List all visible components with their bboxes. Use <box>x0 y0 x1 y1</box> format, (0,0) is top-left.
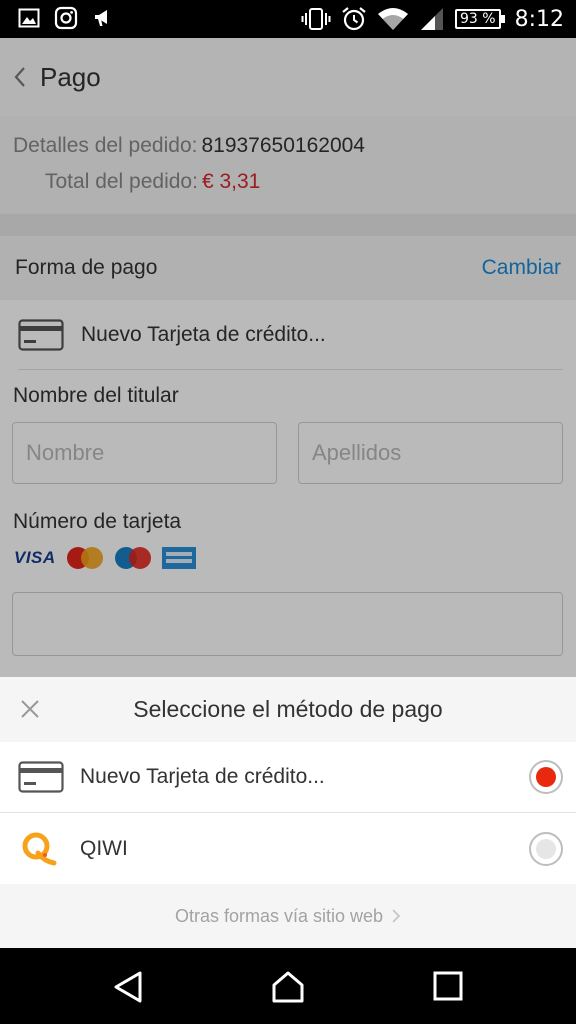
option-credit-card-label: Nuevo Tarjeta de crédito... <box>80 765 325 788</box>
vibrate-icon <box>301 8 331 30</box>
gallery-notification-icon <box>18 8 40 28</box>
alarm-icon <box>342 7 366 31</box>
system-nav-bar <box>0 948 576 1024</box>
recents-nav-icon[interactable] <box>432 970 464 1002</box>
chevron-right-icon <box>392 909 401 923</box>
battery-icon: 93 % <box>455 9 505 29</box>
close-icon[interactable] <box>18 697 42 721</box>
battery-percent: 93 % <box>455 9 501 29</box>
status-bar: 93 % 8:12 <box>0 0 576 38</box>
other-methods-label: Otras formas vía sitio web <box>174 905 384 926</box>
wifi-icon <box>378 8 409 30</box>
cell-signal-icon <box>421 8 444 30</box>
clock-time: 8:12 <box>514 6 564 32</box>
back-nav-icon[interactable] <box>112 970 144 1004</box>
option-qiwi-radio[interactable] <box>529 831 563 866</box>
sheet-header: Seleccione el método de pago <box>0 677 576 742</box>
option-credit-card-radio[interactable] <box>529 760 563 794</box>
instagram-notification-icon <box>54 6 78 30</box>
sheet-title: Seleccione el método de pago <box>133 696 443 722</box>
option-qiwi-label: QIWI <box>80 836 128 860</box>
home-nav-icon[interactable] <box>271 970 305 1004</box>
other-methods-link[interactable]: Otras formas vía sitio web <box>0 884 576 948</box>
option-credit-card[interactable]: Nuevo Tarjeta de crédito... <box>0 742 576 813</box>
credit-card-icon <box>18 761 64 793</box>
megaphone-notification-icon <box>95 10 107 26</box>
option-qiwi[interactable]: QIWI <box>0 813 576 884</box>
qiwi-logo-icon <box>22 832 57 865</box>
payment-method-sheet: Seleccione el método de pago Nuevo Tarje… <box>0 677 576 948</box>
